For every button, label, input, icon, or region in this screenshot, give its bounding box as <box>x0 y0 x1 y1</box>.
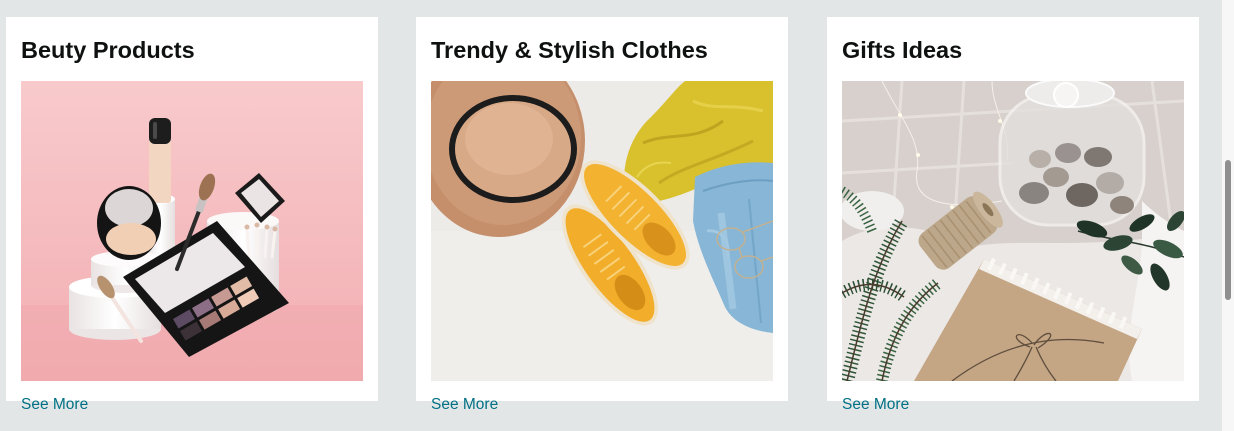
gift-ideas-image[interactable] <box>842 81 1184 381</box>
foundation-bottle <box>149 118 171 203</box>
clothes-image[interactable] <box>431 81 773 381</box>
scrollbar[interactable] <box>1222 0 1234 431</box>
glass-jar <box>998 81 1146 227</box>
card-title: Trendy & Stylish Clothes <box>431 37 708 63</box>
scrollbar-thumb[interactable] <box>1225 160 1231 300</box>
see-more-link[interactable]: See More <box>842 396 909 414</box>
card-title: Beuty Products <box>21 37 195 63</box>
beauty-products-image[interactable] <box>21 81 363 381</box>
card-beauty-products: Beuty Products See More <box>6 17 378 413</box>
powder-compact <box>97 186 161 260</box>
card-gift-ideas: Gifts Ideas See More <box>827 17 1199 413</box>
see-more-link[interactable]: See More <box>431 396 498 414</box>
see-more-link[interactable]: See More <box>21 396 88 414</box>
card-title: Gifts Ideas <box>842 37 963 63</box>
card-trendy-clothes: Trendy & Stylish Clothes See More <box>416 17 788 413</box>
